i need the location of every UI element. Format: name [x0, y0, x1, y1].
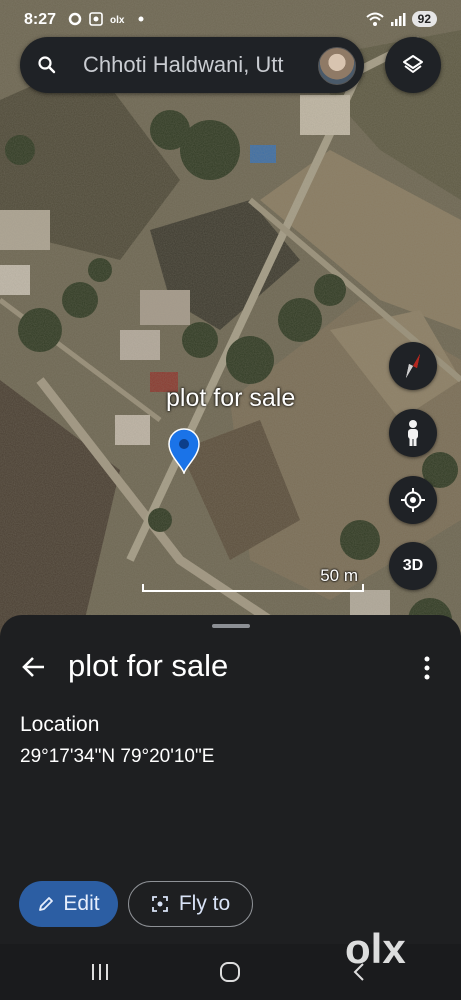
wifi-icon: [365, 12, 384, 26]
satellite-imagery: [0, 0, 461, 640]
3d-button-label: 3D: [402, 557, 424, 574]
signal-icon: [390, 13, 406, 26]
drag-handle[interactable]: [212, 624, 250, 628]
crosshair-icon: [401, 488, 425, 512]
pegman-icon: [408, 420, 418, 446]
recent-apps-icon[interactable]: [88, 961, 112, 983]
compass-button[interactable]: [389, 342, 437, 390]
back-arrow-icon[interactable]: [20, 653, 48, 681]
street-view-button[interactable]: [389, 409, 437, 457]
search-bar[interactable]: Chhoti Haldwani, Utt: [20, 37, 364, 93]
coordinates-text: 29°17'34"N 79°20'10"E: [20, 746, 215, 767]
notification-circle-icon: [68, 12, 82, 26]
more-options-icon[interactable]: [416, 655, 438, 681]
fly-to-button[interactable]: Fly to: [128, 881, 253, 927]
olx-watermark-logo: olx: [345, 925, 406, 972]
scale-ruler: [142, 584, 364, 592]
fly-to-button-label: Fly to: [178, 892, 231, 915]
focus-icon: [151, 896, 168, 912]
place-bottom-sheet[interactable]: plot for sale Location 29°17'34"N 79°20'…: [0, 615, 461, 945]
dot-icon: [138, 16, 144, 22]
map-pin-label[interactable]: plot for sale: [166, 384, 295, 413]
status-time: 8:27: [24, 11, 57, 28]
olx-notification-icon: olx: [110, 15, 125, 26]
edit-button[interactable]: Edit: [19, 881, 118, 927]
search-query-text[interactable]: Chhoti Haldwani, Utt: [83, 52, 311, 78]
satellite-map[interactable]: [0, 0, 461, 640]
search-icon: [38, 56, 56, 74]
status-right-icons: 92: [365, 11, 437, 27]
location-heading: Location: [20, 713, 100, 736]
layers-button[interactable]: [385, 37, 441, 93]
edit-button-label: Edit: [63, 892, 100, 915]
status-notification-icons: olx: [68, 12, 145, 26]
compass-icon: [406, 354, 420, 378]
svg-text:olx: olx: [345, 925, 406, 972]
scale-bar: 50 m: [142, 566, 364, 596]
home-icon[interactable]: [218, 961, 242, 983]
battery-indicator: 92: [411, 11, 437, 27]
pencil-icon: [39, 897, 54, 911]
3d-button[interactable]: 3D: [389, 542, 437, 590]
location-pin-icon[interactable]: [166, 426, 202, 474]
screen-record-icon: [89, 12, 103, 26]
svg-text:olx: olx: [110, 15, 125, 26]
layers-icon: [403, 55, 423, 73]
status-bar: 8:27 olx 92: [0, 0, 461, 40]
scale-label: 50 m: [320, 566, 358, 585]
avatar[interactable]: [318, 47, 356, 85]
place-title: plot for sale: [68, 648, 229, 683]
my-location-button[interactable]: [389, 476, 437, 524]
